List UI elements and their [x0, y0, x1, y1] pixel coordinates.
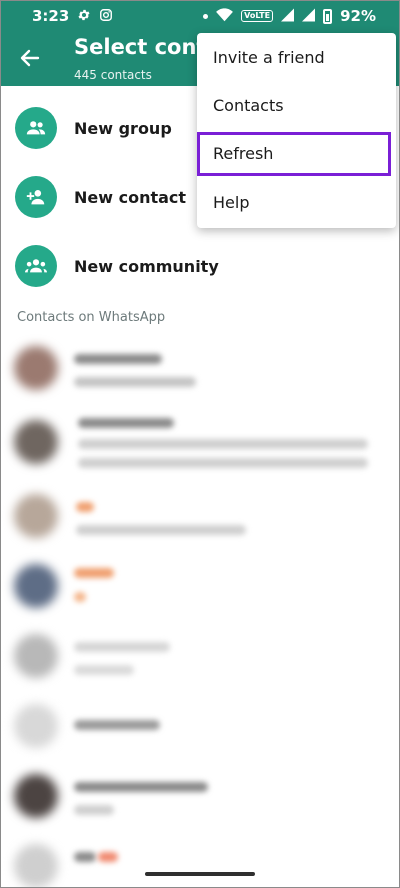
signal-icon — [281, 8, 295, 25]
avatar — [14, 774, 58, 818]
community-icon — [15, 245, 57, 287]
status-time: 3:23 — [32, 7, 70, 25]
contact-count: 445 contacts — [74, 68, 152, 82]
menu-item-contacts[interactable]: Contacts — [197, 81, 396, 129]
gear-icon — [77, 8, 91, 25]
battery-percent: 92% — [340, 7, 376, 25]
avatar — [14, 346, 58, 390]
list-item[interactable] — [0, 332, 400, 404]
action-label: New contact — [74, 187, 187, 207]
avatar — [14, 634, 58, 678]
new-community-row[interactable]: New community — [0, 232, 400, 300]
menu-item-help[interactable]: Help — [197, 178, 396, 226]
section-header: Contacts on WhatsApp — [17, 310, 166, 325]
avatar — [14, 494, 58, 538]
list-item[interactable] — [0, 550, 400, 622]
menu-item-refresh[interactable]: Refresh — [197, 129, 396, 177]
list-item[interactable] — [0, 760, 400, 832]
battery-icon — [323, 8, 333, 24]
action-label: New community — [74, 256, 219, 276]
menu-item-invite-a-friend[interactable]: Invite a friend — [197, 33, 396, 81]
list-item[interactable] — [0, 830, 400, 888]
gesture-navigation-bar[interactable] — [145, 872, 255, 876]
instagram-icon — [99, 8, 113, 25]
list-item[interactable] — [0, 480, 400, 552]
list-item[interactable] — [0, 690, 400, 762]
overflow-menu: Invite a friend Contacts Refresh Help — [197, 33, 396, 228]
status-bar: 3:23 VoLTE 92% — [0, 0, 400, 32]
group-icon — [15, 107, 57, 149]
wifi-icon — [216, 7, 234, 25]
back-arrow-icon[interactable] — [18, 46, 42, 70]
dot-icon — [203, 13, 209, 19]
list-item[interactable] — [0, 620, 400, 692]
avatar — [14, 704, 58, 748]
signal-icon — [302, 8, 316, 25]
add-person-icon — [15, 176, 57, 218]
avatar — [14, 420, 58, 464]
avatar — [14, 844, 58, 888]
volte-icon: VoLTE — [241, 10, 274, 22]
list-item[interactable] — [0, 404, 400, 476]
action-label: New group — [74, 118, 172, 138]
avatar — [14, 564, 58, 608]
